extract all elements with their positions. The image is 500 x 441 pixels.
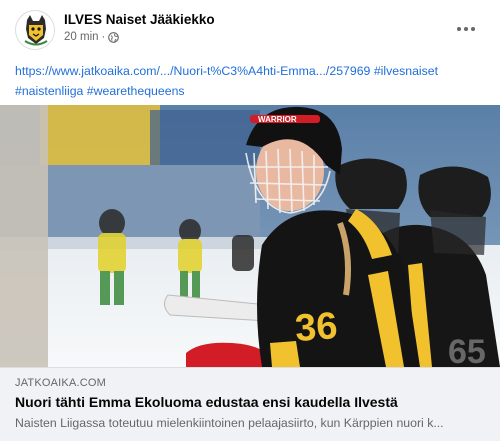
link-preview-card[interactable]: JATKOAIKA.COM Nuori tähti Emma Ekoluoma …: [0, 367, 500, 441]
article-url-link[interactable]: https://www.jatkoaika.com/.../Nuori-t%C3…: [15, 64, 370, 78]
link-preview-title[interactable]: Nuori tähti Emma Ekoluoma edustaa ensi k…: [15, 394, 398, 410]
helmet-brand-text: WARRIOR: [258, 115, 297, 124]
more-options-button[interactable]: [449, 16, 483, 42]
post-timestamp[interactable]: 20 min: [64, 31, 99, 43]
link-preview-description: Naisten Liigassa toteutuu mielenkiintoin…: [15, 416, 444, 430]
link-preview-domain: JATKOAIKA.COM: [15, 377, 107, 389]
hockey-player-photo: 36 WARRIOR 65: [0, 105, 500, 367]
meta-separator: ·: [101, 31, 106, 43]
photo-watermark: 65: [448, 333, 486, 367]
post-meta: 20 min ·: [64, 31, 120, 43]
post-photo[interactable]: 36 WARRIOR 65: [0, 105, 500, 367]
hashtag-wearethequeens[interactable]: #wearethequeens: [87, 84, 185, 98]
hashtag-ilvesnaiset[interactable]: #ilvesnaiset: [374, 64, 438, 78]
more-horizontal-icon: [457, 27, 461, 31]
facebook-post: ILVES Naiset Jääkiekko 20 min · https://…: [0, 0, 500, 441]
ilves-lynx-logo: [17, 12, 54, 49]
globe-icon[interactable]: [108, 31, 120, 43]
page-avatar[interactable]: [15, 10, 55, 50]
jersey-number: 36: [294, 305, 339, 350]
hashtag-naistenliiga[interactable]: #naistenliiga: [15, 84, 83, 98]
page-name-link[interactable]: ILVES Naiset Jääkiekko: [64, 12, 215, 27]
post-caption: https://www.jatkoaika.com/.../Nuori-t%C3…: [15, 61, 485, 101]
